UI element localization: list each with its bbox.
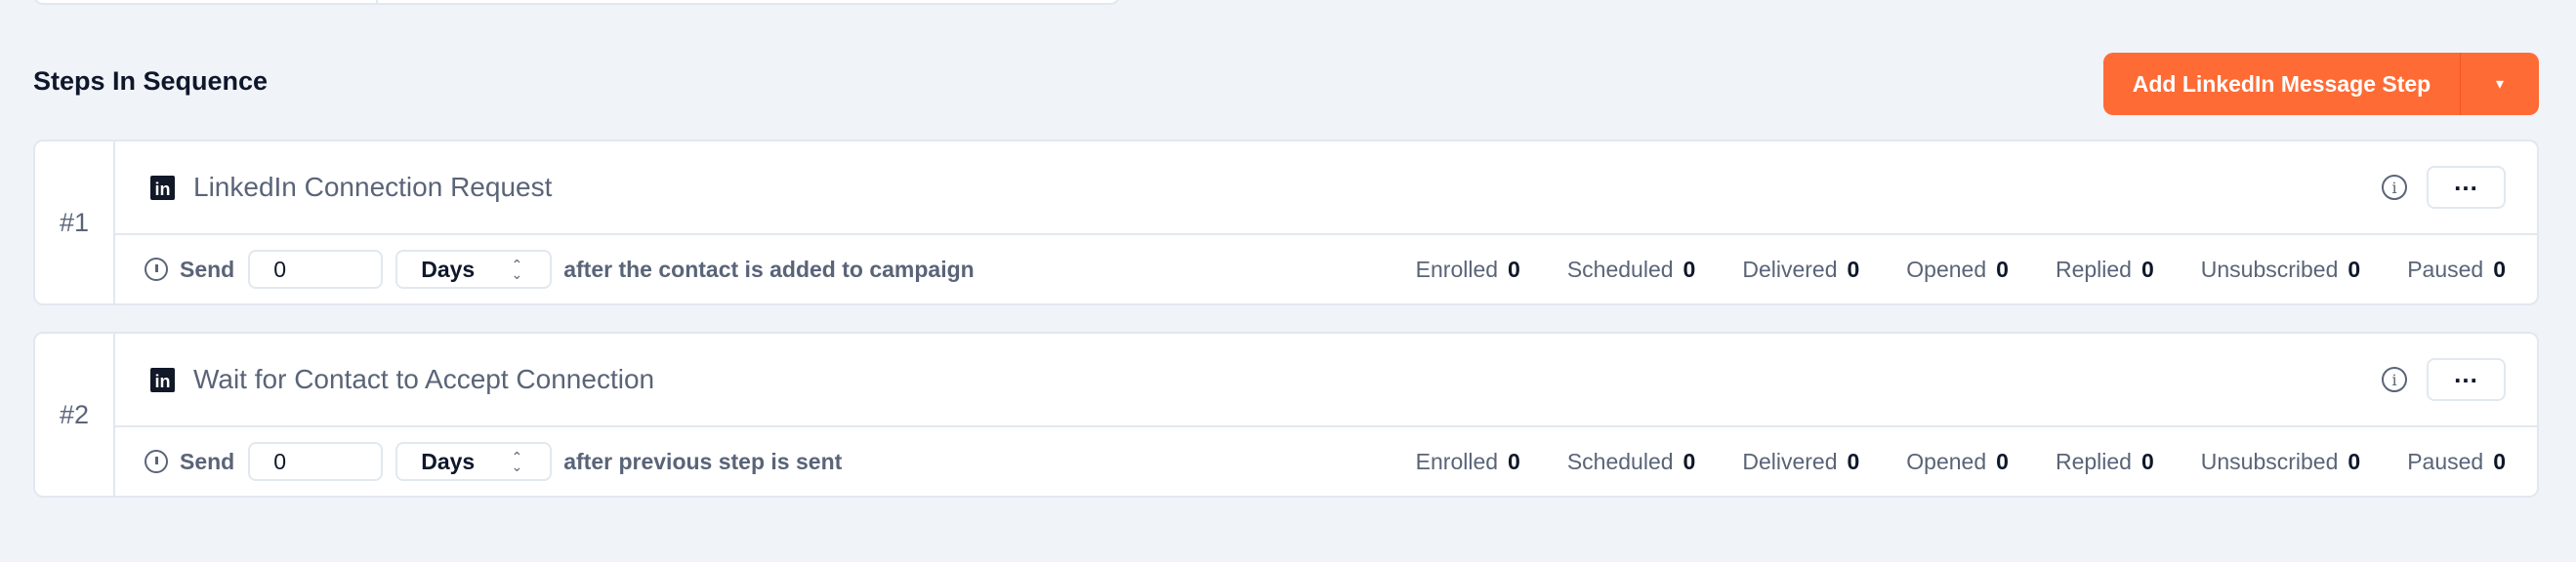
add-step-button-group: Add LinkedIn Message Step ▾ bbox=[2103, 53, 2539, 115]
stat-label: Delivered bbox=[1742, 256, 1838, 282]
send-label: Send bbox=[180, 448, 235, 474]
stat-value: 0 bbox=[1847, 256, 1860, 282]
delay-description: after previous step is sent bbox=[563, 448, 843, 474]
send-label: Send bbox=[180, 256, 235, 282]
stat-label: Opened bbox=[1906, 448, 1987, 474]
stat-label: Unsubscribed bbox=[2200, 448, 2339, 474]
stat-value: 0 bbox=[1508, 448, 1520, 474]
chevron-up-down-icon: ⌃ ⌄ bbox=[511, 257, 523, 282]
stat-label: Scheduled bbox=[1566, 256, 1674, 282]
stat-value: 0 bbox=[2140, 448, 2154, 474]
info-icon[interactable]: i bbox=[2382, 175, 2407, 200]
stat-enrolled: Enrolled 0 bbox=[1416, 257, 1520, 283]
step-stats: Enrolled 0 Scheduled 0 Delivered 0 Opened 0 Repl… bbox=[1369, 257, 2506, 283]
stat-label: Opened bbox=[1906, 256, 1987, 282]
more-options-button[interactable]: ... bbox=[2427, 166, 2506, 209]
stat-value: 0 bbox=[1847, 448, 1860, 474]
delay-value-input[interactable]: 0 bbox=[248, 442, 384, 481]
stat-replied: Replied 0 bbox=[2056, 257, 2154, 283]
info-icon[interactable]: i bbox=[2382, 367, 2407, 392]
step-header: in LinkedIn Connection Request i ... bbox=[115, 141, 2537, 235]
stat-value: 0 bbox=[1683, 256, 1696, 282]
linkedin-icon: in bbox=[150, 175, 175, 200]
step-title[interactable]: Wait for Contact to Accept Connection bbox=[193, 364, 2382, 395]
stat-label: Unsubscribed bbox=[2200, 256, 2339, 282]
stat-label: Delivered bbox=[1742, 448, 1838, 474]
stat-value: 0 bbox=[1996, 256, 2009, 282]
step-title[interactable]: LinkedIn Connection Request bbox=[193, 172, 2382, 203]
stat-label: Enrolled bbox=[1415, 256, 1499, 282]
step-schedule-row: Send 0 Days ⌃ ⌄ after previous step is sen… bbox=[115, 427, 2537, 496]
delay-description: after the contact is added to campaign bbox=[563, 256, 975, 282]
section-title: Steps In Sequence bbox=[33, 66, 269, 96]
step-schedule-row: Send 0 Days ⌃ ⌄ after the contact is added… bbox=[115, 235, 2537, 303]
stat-replied: Replied 0 bbox=[2056, 449, 2154, 475]
stat-paused: Paused 0 bbox=[2407, 449, 2506, 475]
divider bbox=[376, 0, 378, 3]
step-card: #1 in LinkedIn Connection Request i ... … bbox=[33, 140, 2539, 305]
stat-scheduled: Scheduled 0 bbox=[1567, 449, 1696, 475]
chevron-up-down-icon: ⌃ ⌄ bbox=[511, 449, 523, 474]
delay-unit-select[interactable]: Days ⌃ ⌄ bbox=[395, 442, 553, 481]
stat-unsubscribed: Unsubscribed 0 bbox=[2201, 257, 2360, 283]
stat-opened: Opened 0 bbox=[1906, 449, 2009, 475]
stat-label: Replied bbox=[2055, 256, 2132, 282]
step-number: #2 bbox=[35, 334, 115, 496]
step-card: #2 in Wait for Contact to Accept Connect… bbox=[33, 332, 2539, 498]
add-linkedin-message-step-button[interactable]: Add LinkedIn Message Step bbox=[2103, 53, 2461, 115]
stat-value: 0 bbox=[1996, 448, 2009, 474]
stat-value: 0 bbox=[2493, 448, 2506, 474]
stat-value: 0 bbox=[1508, 256, 1520, 282]
step-stats: Enrolled 0 Scheduled 0 Delivered 0 Opened 0 Repl… bbox=[1369, 449, 2506, 475]
dropdown-caret-icon[interactable]: ▾ bbox=[2461, 53, 2539, 115]
more-options-button[interactable]: ... bbox=[2427, 358, 2506, 401]
delay-unit-value: Days bbox=[421, 256, 476, 282]
stat-value: 0 bbox=[1683, 448, 1696, 474]
delay-value-input[interactable]: 0 bbox=[248, 250, 384, 289]
delay-unit-value: Days bbox=[421, 448, 476, 474]
stat-paused: Paused 0 bbox=[2407, 257, 2506, 283]
stat-enrolled: Enrolled 0 bbox=[1416, 449, 1520, 475]
clock-icon bbox=[145, 258, 168, 281]
stat-label: Paused bbox=[2407, 256, 2484, 282]
step-header: in Wait for Contact to Accept Connection… bbox=[115, 334, 2537, 427]
stat-label: Replied bbox=[2055, 448, 2132, 474]
clock-icon bbox=[145, 450, 168, 473]
linkedin-icon: in bbox=[150, 367, 175, 392]
previous-card bbox=[33, 0, 1120, 5]
stat-delivered: Delivered 0 bbox=[1742, 449, 1859, 475]
stat-label: Paused bbox=[2407, 448, 2484, 474]
delay-unit-select[interactable]: Days ⌃ ⌄ bbox=[395, 250, 553, 289]
step-number: #1 bbox=[35, 141, 115, 303]
stat-value: 0 bbox=[2347, 448, 2361, 474]
stat-label: Scheduled bbox=[1566, 448, 1674, 474]
stat-value: 0 bbox=[2140, 256, 2154, 282]
stat-opened: Opened 0 bbox=[1906, 257, 2009, 283]
stat-scheduled: Scheduled 0 bbox=[1567, 257, 1696, 283]
stat-value: 0 bbox=[2347, 256, 2361, 282]
stat-unsubscribed: Unsubscribed 0 bbox=[2201, 449, 2360, 475]
stat-value: 0 bbox=[2493, 256, 2506, 282]
stat-label: Enrolled bbox=[1415, 448, 1499, 474]
stat-delivered: Delivered 0 bbox=[1742, 257, 1859, 283]
